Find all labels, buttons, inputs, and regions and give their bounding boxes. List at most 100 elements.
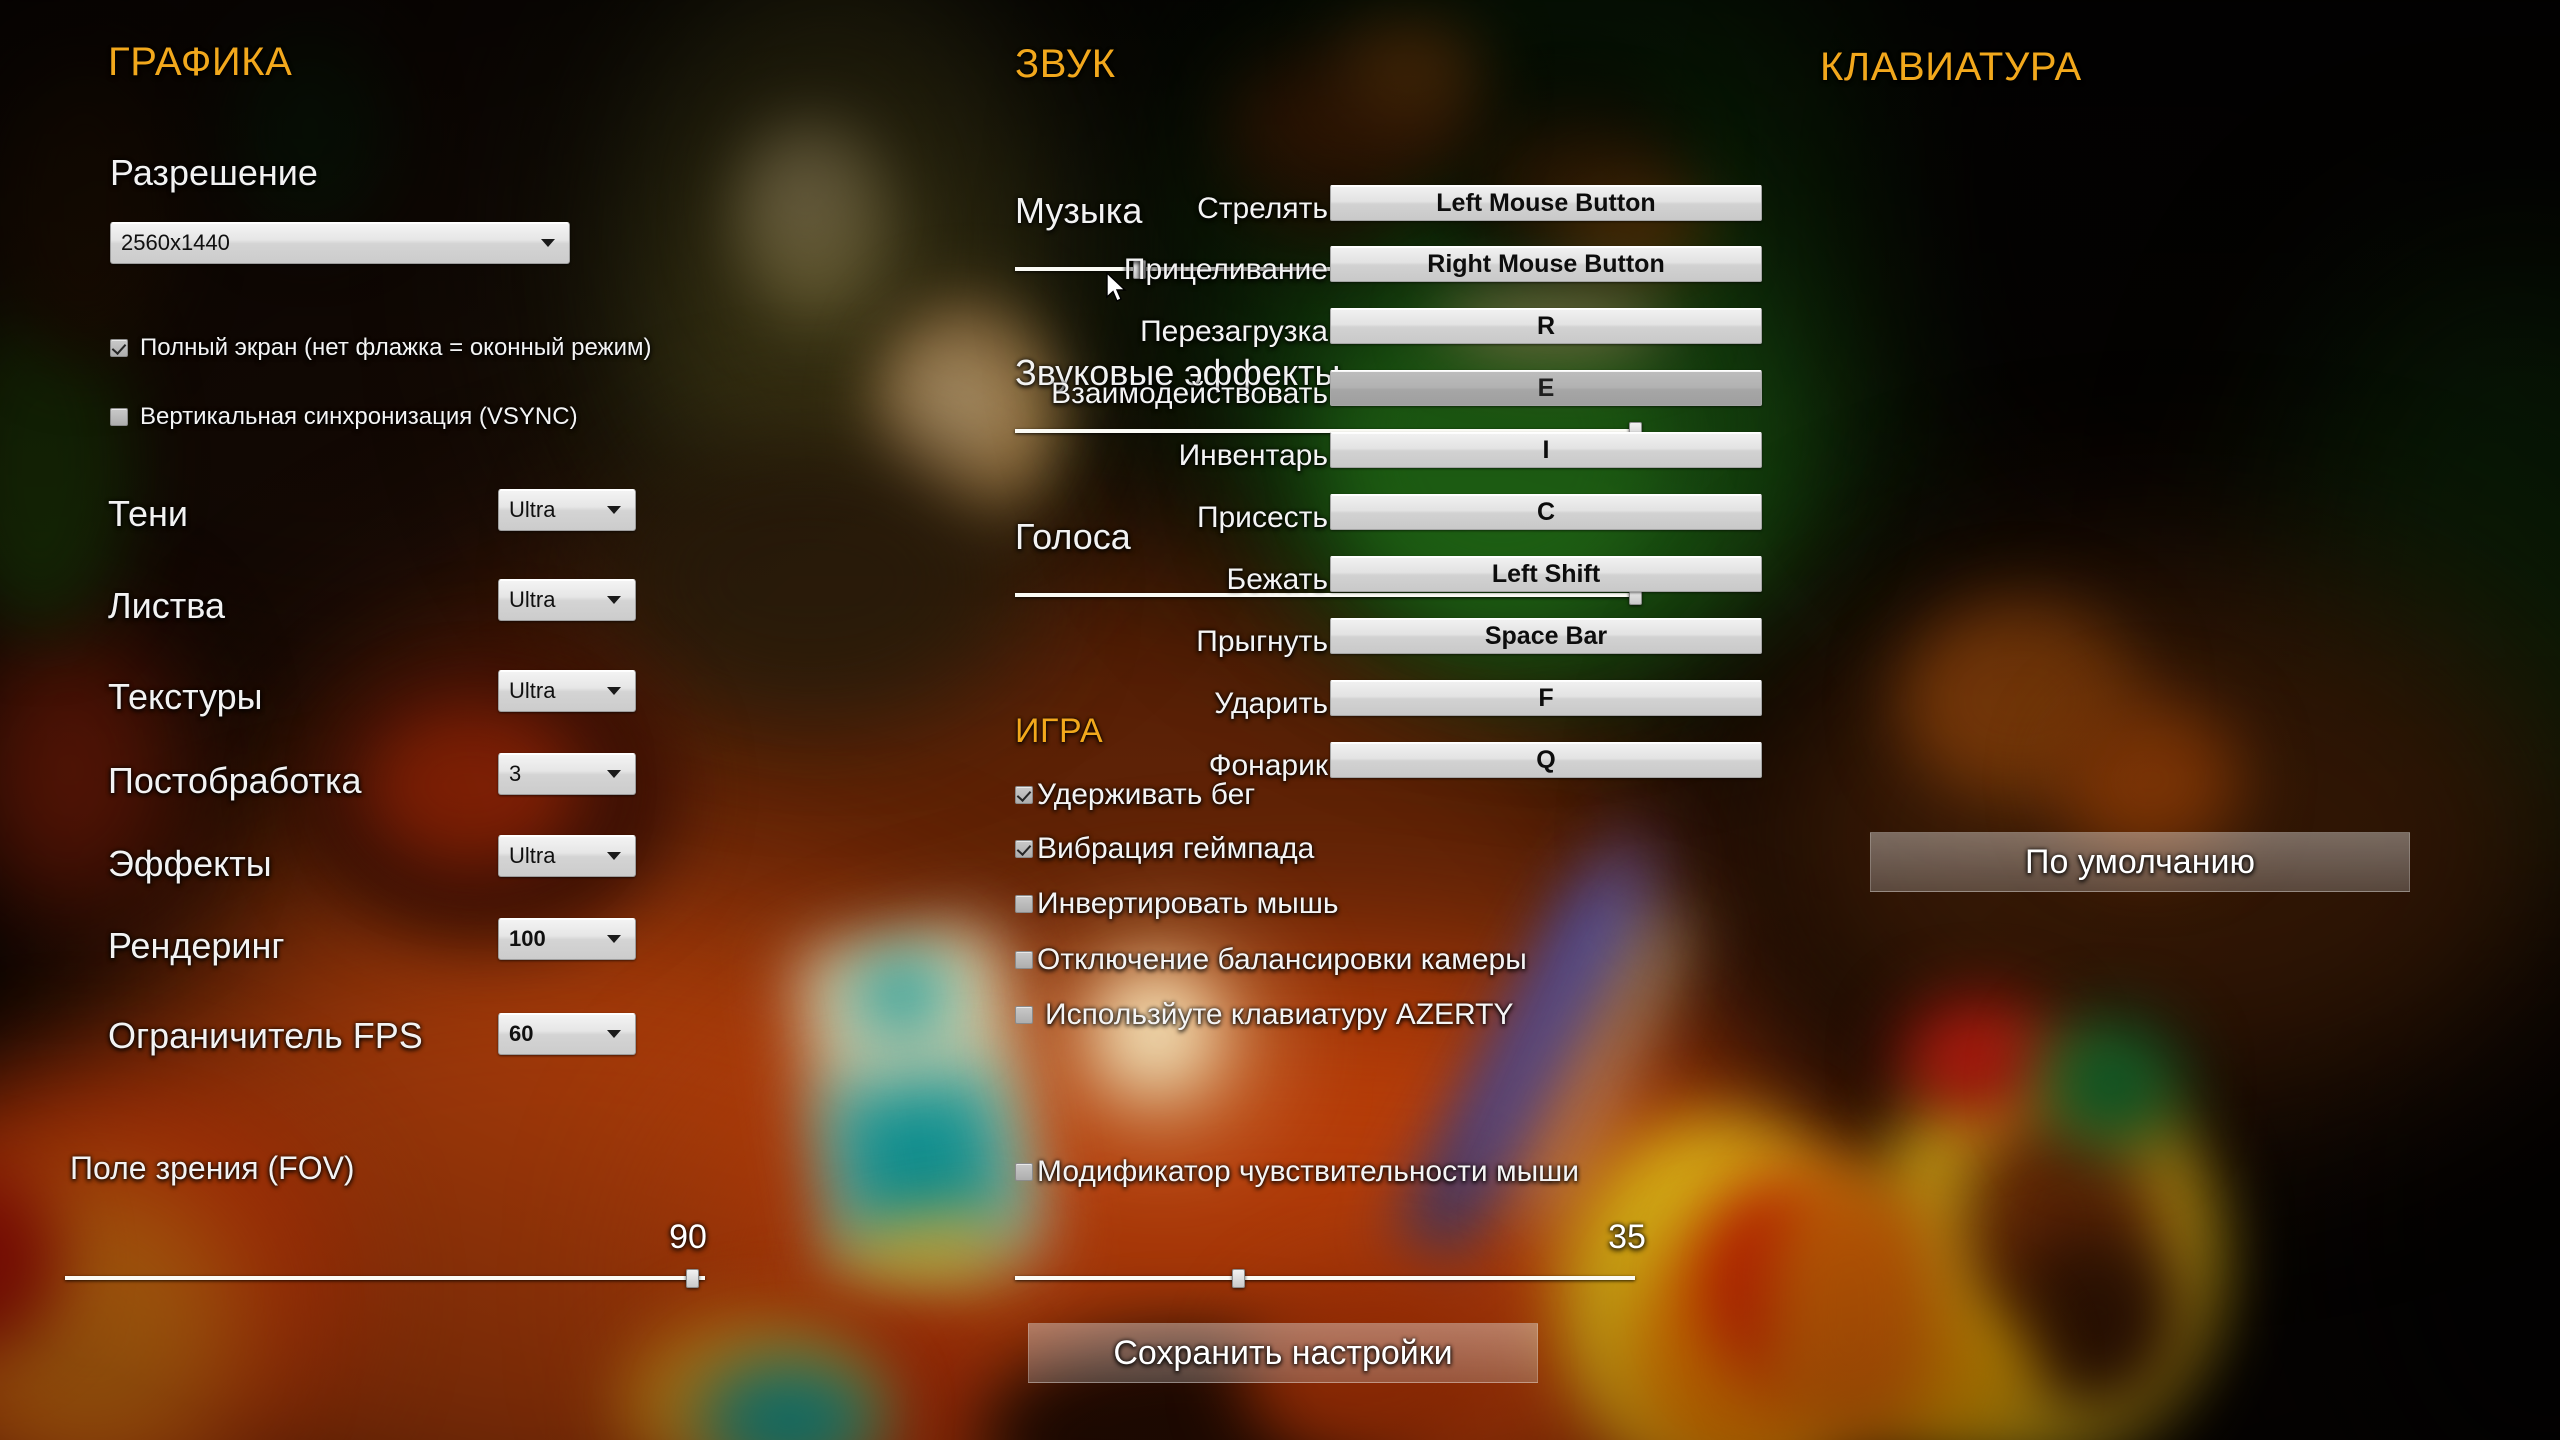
mouse-sensitivity-value: 35	[1608, 1218, 1646, 1256]
keybind-label-melee: Ударить	[1214, 687, 1328, 720]
graphics-section-title: ГРАФИКА	[108, 40, 293, 84]
shadows-dropdown[interactable]: Ultra	[498, 489, 636, 531]
keybind-button-shoot[interactable]: Left Mouse Button	[1330, 185, 1762, 221]
chevron-down-icon	[607, 770, 621, 778]
graphics-column: ГРАФИКА Разрешение 2560x1440 Полный экра…	[0, 0, 980, 1440]
foliage-label: Листва	[108, 585, 225, 626]
music-label: Музыка	[1015, 190, 1143, 231]
disable-camera-balance-label: Отключение балансировки камеры	[1037, 943, 1527, 976]
defaults-button[interactable]: По умолчанию	[1870, 832, 2410, 892]
shadows-label: Тени	[108, 493, 188, 534]
invert-mouse-label: Инвертировать мышь	[1037, 887, 1339, 920]
chevron-down-icon	[607, 1030, 621, 1038]
keybind-label-run: Бежать	[1226, 563, 1329, 596]
azerty-keyboard-checkbox-row[interactable]: Использйуте клавиатуру AZERTY	[1015, 998, 1514, 1032]
keybind-label-flashlight: Фонарик	[1208, 749, 1328, 782]
vsync-label: Вертикальная синхронизация (VSYNC)	[140, 403, 578, 430]
keybind-value-crouch: C	[1536, 497, 1556, 526]
settings-screen: ГРАФИКА Разрешение 2560x1440 Полный экра…	[0, 0, 2560, 1440]
keybind-button-melee[interactable]: F	[1330, 680, 1762, 716]
azerty-keyboard-label: Использйуте клавиатуру AZERTY	[1045, 998, 1514, 1031]
chevron-down-icon	[607, 687, 621, 695]
voices-label: Голоса	[1015, 516, 1131, 557]
keybind-value-interact: E	[1537, 373, 1555, 402]
keybind-label-crouch: Присесть	[1196, 501, 1328, 534]
defaults-label: По умолчанию	[2025, 842, 2255, 881]
effects-label: Эффекты	[108, 843, 272, 884]
slider-knob[interactable]	[686, 1269, 700, 1288]
audio-section-title: ЗВУК	[1015, 42, 1116, 86]
hold-run-checkbox-row[interactable]: Удерживать бег	[1015, 778, 1255, 812]
fps-limiter-dropdown[interactable]: 60	[498, 1013, 636, 1055]
fov-slider[interactable]	[65, 1265, 705, 1291]
keybind-button-interact[interactable]: E	[1330, 370, 1762, 406]
resolution-label: Разрешение	[110, 152, 318, 193]
disable-camera-balance-checkbox-row[interactable]: Отключение балансировки камеры	[1015, 943, 1527, 977]
keybind-button-inventory[interactable]: I	[1330, 432, 1762, 468]
effects-value: Ultra	[509, 843, 556, 868]
keybind-button-reload[interactable]: R	[1330, 308, 1762, 344]
shadows-value: Ultra	[509, 497, 556, 522]
fps-limiter-value: 60	[509, 1021, 534, 1046]
foliage-value: Ultra	[509, 587, 556, 612]
checkbox-icon[interactable]	[1015, 786, 1033, 804]
keybind-value-flashlight: Q	[1536, 745, 1556, 774]
slider-knob[interactable]	[1232, 1269, 1246, 1288]
resolution-value: 2560x1440	[121, 230, 230, 255]
save-settings-label: Сохранить настройки	[1113, 1333, 1453, 1372]
checkbox-icon[interactable]	[1015, 1006, 1033, 1024]
keybind-label-interact: Взаимодействовать	[1051, 377, 1328, 410]
fov-label: Поле зрения (FOV)	[70, 1150, 355, 1186]
keybind-label-jump: Прыгнуть	[1196, 625, 1328, 658]
checkbox-icon[interactable]	[1015, 895, 1033, 913]
checkbox-icon[interactable]	[1015, 1163, 1033, 1181]
rendering-dropdown[interactable]: 100	[498, 918, 636, 960]
checkbox-icon[interactable]	[110, 408, 128, 426]
mouse-sensitivity-checkbox-row[interactable]: Модификатор чувствительности мыши	[1015, 1155, 1579, 1189]
resolution-dropdown[interactable]: 2560x1440	[110, 222, 570, 264]
save-settings-button[interactable]: Сохранить настройки	[1028, 1323, 1538, 1383]
keybind-label-inventory: Инвентарь	[1178, 439, 1328, 472]
slider-track	[1015, 1276, 1635, 1280]
gamepad-vibration-label: Вибрация геймпада	[1037, 832, 1315, 865]
gamepad-vibration-checkbox-row[interactable]: Вибрация геймпада	[1015, 832, 1314, 866]
textures-value: Ultra	[509, 678, 556, 703]
keybind-value-inventory: I	[1542, 435, 1550, 464]
keybind-label-shoot: Стрелять	[1197, 192, 1328, 225]
checkbox-icon[interactable]	[1015, 840, 1033, 858]
keybind-value-shoot: Left Mouse Button	[1436, 188, 1656, 217]
chevron-down-icon	[607, 935, 621, 943]
keybind-button-run[interactable]: Left Shift	[1330, 556, 1762, 592]
checkbox-icon[interactable]	[1015, 951, 1033, 969]
mouse-sensitivity-slider[interactable]	[1015, 1265, 1635, 1291]
keybind-label-aim: Прицеливание	[1123, 253, 1328, 286]
effects-dropdown[interactable]: Ultra	[498, 835, 636, 877]
vsync-checkbox-row[interactable]: Вертикальная синхронизация (VSYNC)	[110, 403, 578, 431]
checkbox-icon[interactable]	[110, 339, 128, 357]
keybind-value-jump: Space Bar	[1484, 621, 1608, 650]
keybind-value-run: Left Shift	[1491, 559, 1601, 588]
chevron-down-icon	[607, 596, 621, 604]
keybind-value-reload: R	[1536, 311, 1556, 340]
textures-label: Текстуры	[108, 676, 263, 717]
rendering-label: Рендеринг	[108, 925, 285, 966]
keybind-value-aim: Right Mouse Button	[1427, 249, 1665, 278]
textures-dropdown[interactable]: Ultra	[498, 670, 636, 712]
postprocessing-dropdown[interactable]: 3	[498, 753, 636, 795]
keybind-button-jump[interactable]: Space Bar	[1330, 618, 1762, 654]
rendering-value: 100	[509, 926, 546, 951]
fullscreen-label: Полный экран (нет флажка = оконный режим…	[140, 334, 652, 361]
chevron-down-icon	[607, 852, 621, 860]
keybind-value-melee: F	[1538, 683, 1554, 712]
fullscreen-checkbox-row[interactable]: Полный экран (нет флажка = оконный режим…	[110, 334, 652, 362]
keybind-button-crouch[interactable]: C	[1330, 494, 1762, 530]
keybind-button-flashlight[interactable]: Q	[1330, 742, 1762, 778]
postprocessing-label: Постобработка	[108, 760, 362, 801]
keyboard-section-title: КЛАВИАТУРА	[1820, 45, 2082, 89]
keybind-button-aim[interactable]: Right Mouse Button	[1330, 246, 1762, 282]
invert-mouse-checkbox-row[interactable]: Инвертировать мышь	[1015, 887, 1339, 921]
foliage-dropdown[interactable]: Ultra	[498, 579, 636, 621]
game-section-title: ИГРА	[1015, 712, 1104, 750]
fov-value: 90	[669, 1218, 707, 1256]
fps-limiter-label: Ограничитель FPS	[108, 1015, 423, 1056]
